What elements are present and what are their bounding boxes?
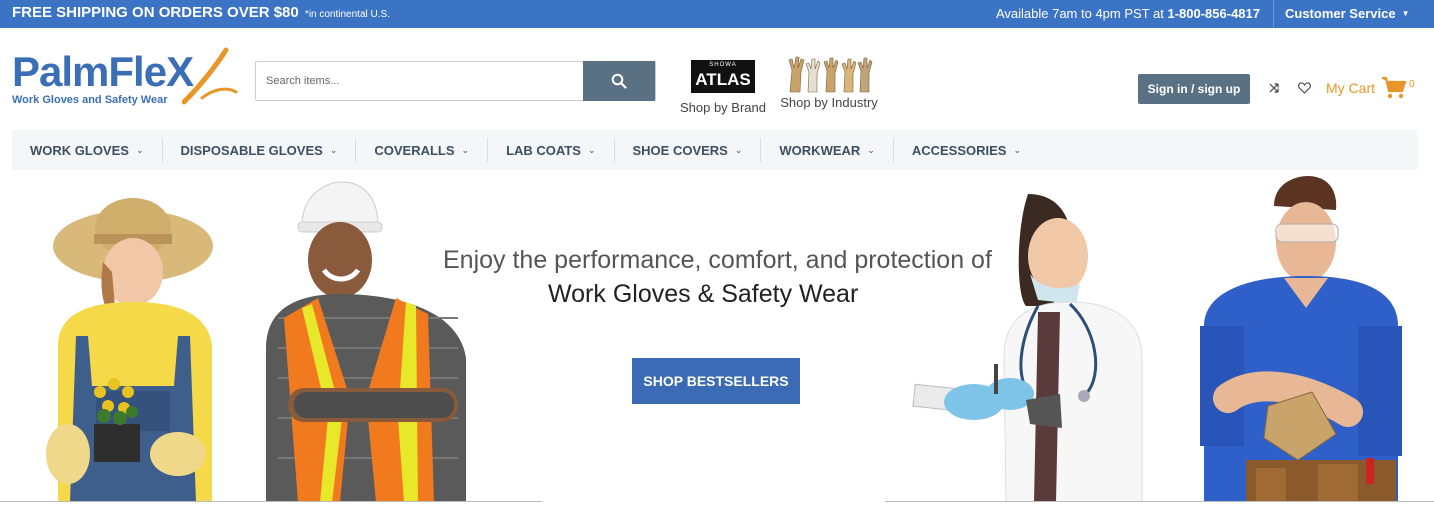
free-shipping-promo: FREE SHIPPING ON ORDERS OVER $80 *in con…: [12, 4, 390, 21]
customer-service-menu[interactable]: Customer Service ▼: [1285, 6, 1409, 21]
nav-item-label: LAB COATS: [506, 142, 581, 158]
hero-banner: Enjoy the performance, comfort, and prot…: [0, 172, 1434, 502]
hero-bottom-divider-right: [885, 501, 1434, 502]
cart-count-badge: 0: [1409, 78, 1415, 90]
brand-logo-main: ATLAS: [695, 70, 751, 89]
my-cart-link[interactable]: My Cart 0: [1326, 74, 1415, 102]
chevron-down-icon: ⌄: [734, 144, 743, 155]
hero-bottom-divider-left: [0, 501, 542, 502]
doctor-woman-image: [912, 194, 1143, 502]
nav-item-label: DISPOSABLE GLOVES: [180, 142, 323, 158]
cart-label: My Cart: [1326, 80, 1375, 96]
topbar-divider: [1273, 0, 1274, 28]
nav-item-work-gloves[interactable]: WORK GLOVES ⌄: [12, 138, 163, 162]
nav-item-lab-coats[interactable]: LAB COATS ⌄: [488, 138, 615, 162]
shop-by-brand-label: Shop by Brand: [679, 100, 766, 115]
hours-text: Available 7am to 4pm PST at: [995, 6, 1164, 21]
chevron-down-icon: ⌄: [329, 144, 338, 155]
sign-in-button[interactable]: Sign in / sign up: [1138, 74, 1250, 104]
logo-wordmark: PalmFleX: [12, 48, 194, 96]
nav-item-label: SHOE COVERS: [632, 142, 728, 158]
hero-headline-line2: Work Gloves & Safety Wear: [548, 280, 859, 308]
nav-item-accessories[interactable]: ACCESSORIES ⌄: [894, 138, 1039, 162]
logo-swoosh-icon: [182, 47, 238, 105]
customer-service-label: Customer Service: [1285, 6, 1396, 21]
support-hours: Available 7am to 4pm PST at 1-800-856-48…: [996, 6, 1260, 21]
tool-belt-worker-image: [1200, 176, 1402, 502]
search-icon: [611, 73, 627, 89]
chevron-down-icon: ⌄: [135, 144, 144, 155]
main-category-nav: WORK GLOVES ⌄ DISPOSABLE GLOVES ⌄ COVERALL…: [12, 130, 1418, 170]
palmflex-logo[interactable]: PalmFleX Work Gloves and Safety Wear: [12, 44, 238, 110]
heart-icon[interactable]: [1298, 82, 1311, 94]
search-button[interactable]: [583, 61, 655, 101]
shop-by-brand-link[interactable]: SHOWA ATLAS Shop by Brand: [678, 60, 768, 115]
chevron-down-icon: ⌄: [461, 144, 470, 155]
nav-item-label: WORKWEAR: [779, 142, 861, 158]
gloves-row-icon: [788, 56, 873, 93]
shop-bestsellers-button[interactable]: SHOP BESTSELLERS: [632, 358, 800, 404]
compare-arrows-icon[interactable]: [1268, 82, 1280, 94]
shopping-cart-icon: [1382, 76, 1407, 99]
nav-item-workwear[interactable]: WORKWEAR ⌄: [761, 138, 894, 162]
chevron-down-icon: ⌄: [1013, 144, 1022, 155]
search-input[interactable]: [256, 62, 584, 100]
nav-item-disposable-gloves[interactable]: DISPOSABLE GLOVES ⌄: [163, 138, 357, 162]
nav-item-shoe-covers[interactable]: SHOE COVERS ⌄: [615, 138, 762, 162]
shop-by-industry-label: Shop by Industry: [780, 95, 878, 110]
brand-logo-small: SHOWA: [709, 62, 737, 68]
promo-note: *in continental U.S.: [304, 9, 390, 20]
logo-tagline: Work Gloves and Safety Wear: [12, 94, 168, 106]
construction-worker-image: [266, 181, 466, 502]
search-bar: [255, 61, 656, 101]
chevron-down-icon: ▼: [1401, 9, 1410, 18]
shop-by-industry-link[interactable]: Shop by Industry: [778, 54, 880, 110]
promo-text: FREE SHIPPING ON ORDERS OVER $80: [12, 4, 299, 21]
phone-number[interactable]: 1-800-856-4817: [1167, 6, 1260, 21]
chevron-down-icon: ⌄: [867, 144, 875, 155]
top-announcement-bar: FREE SHIPPING ON ORDERS OVER $80 *in con…: [0, 0, 1434, 28]
nav-item-label: ACCESSORIES: [911, 142, 1007, 158]
nav-item-label: COVERALLS: [374, 142, 455, 158]
logo-name: PalmFle: [12, 48, 167, 95]
showa-atlas-logo: SHOWA ATLAS: [691, 60, 755, 93]
gardener-woman-image: [46, 198, 213, 502]
nav-item-coveralls[interactable]: COVERALLS ⌄: [356, 138, 489, 162]
nav-item-label: WORK GLOVES: [30, 142, 129, 158]
chevron-down-icon: ⌄: [587, 144, 596, 155]
